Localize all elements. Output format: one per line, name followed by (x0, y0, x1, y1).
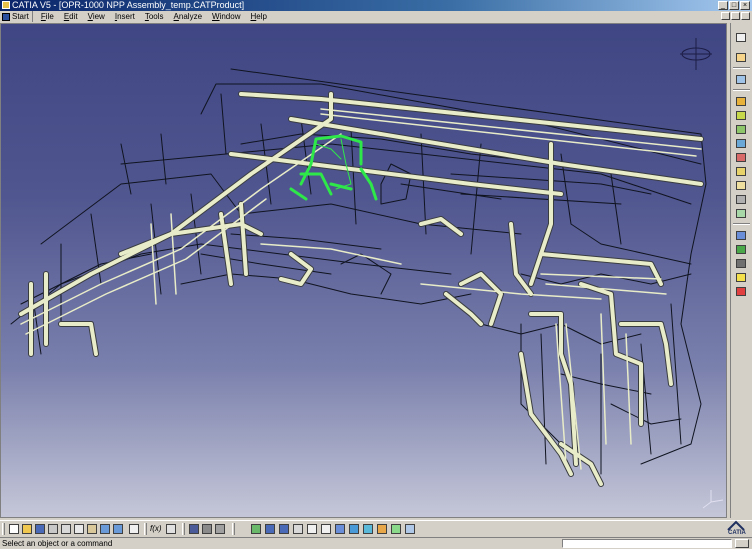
whats-this-icon[interactable] (128, 523, 140, 535)
new-icon[interactable] (8, 523, 20, 535)
window-title: CATIA V5 - [OPR-1000 NPP Assembly_temp.C… (12, 0, 245, 10)
command-button[interactable] (735, 539, 749, 548)
update-icon[interactable] (734, 257, 748, 269)
fit-all-icon[interactable] (264, 523, 276, 535)
save-icon[interactable] (34, 523, 46, 535)
open-icon[interactable] (21, 523, 33, 535)
toolbar-separator (733, 223, 750, 225)
constraint-icon[interactable] (734, 229, 748, 241)
title-bar[interactable]: CATIA V5 - [OPR-1000 NPP Assembly_temp.C… (0, 0, 752, 11)
copy-icon[interactable] (73, 523, 85, 535)
pan-icon[interactable] (278, 523, 290, 535)
maximize-button[interactable]: □ (729, 1, 739, 10)
start-icon (2, 12, 10, 21)
catia-app-icon (2, 1, 10, 9)
menu-edit[interactable]: Edit (59, 11, 83, 22)
rotate-icon[interactable] (292, 523, 304, 535)
measure-inertia-icon[interactable] (214, 523, 226, 535)
toolbar-separator (733, 89, 750, 91)
menu-insert[interactable]: Insert (110, 11, 140, 22)
menu-view[interactable]: View (83, 11, 110, 22)
doc-minimize-button[interactable] (721, 12, 730, 20)
isometric-view-icon[interactable] (348, 523, 360, 535)
minimize-button[interactable]: _ (718, 1, 728, 10)
start-menu-label: Start (12, 12, 29, 21)
select-tool-icon[interactable] (734, 31, 748, 43)
delete-constraint-icon[interactable] (734, 285, 748, 297)
axis-triad-icon (702, 490, 724, 509)
status-bar: Select an object or a command (0, 537, 752, 549)
catia-logo: CATIA (724, 520, 750, 538)
command-input[interactable] (562, 539, 732, 548)
zoom-in-icon[interactable] (306, 523, 318, 535)
formula-button[interactable]: f(x) (150, 523, 162, 535)
start-menu[interactable]: Start (0, 11, 33, 22)
pointer-icon[interactable] (734, 51, 748, 63)
menu-file[interactable]: File (36, 11, 59, 22)
fly-mode-icon[interactable] (250, 523, 262, 535)
compass-icon[interactable] (676, 34, 716, 74)
status-message: Select an object or a command (2, 539, 113, 548)
3d-viewport[interactable] (0, 23, 727, 518)
redo-icon[interactable] (112, 523, 124, 535)
replace-component-icon[interactable] (734, 137, 748, 149)
zoom-out-icon[interactable] (320, 523, 332, 535)
toolbar-separator (733, 67, 750, 69)
graph-tree-icon[interactable] (734, 151, 748, 163)
menu-window[interactable]: Window (207, 11, 245, 22)
insert-product-icon[interactable] (734, 109, 748, 121)
catalog-icon[interactable] (188, 523, 200, 535)
existing-component-icon[interactable] (734, 123, 748, 135)
swap-space-icon[interactable] (390, 523, 402, 535)
undo-icon[interactable] (99, 523, 111, 535)
menu-analyze[interactable]: Analyze (169, 11, 207, 22)
product-icon[interactable] (734, 73, 748, 85)
measure-icon[interactable] (201, 523, 213, 535)
insert-component-icon[interactable] (734, 95, 748, 107)
shading-icon[interactable] (362, 523, 374, 535)
close-button[interactable]: × (740, 1, 750, 10)
piping-assembly-model[interactable] (1, 24, 727, 518)
bottom-toolbar: f(x) (0, 520, 752, 536)
multi-instantiation-icon[interactable] (734, 179, 748, 191)
catia-logo-text: CATIA (728, 530, 746, 536)
snap-icon[interactable] (734, 207, 748, 219)
numbering-icon[interactable] (734, 165, 748, 177)
catia-window: CATIA V5 - [OPR-1000 NPP Assembly_temp.C… (0, 0, 752, 549)
print-icon[interactable] (47, 523, 59, 535)
cut-icon[interactable] (60, 523, 72, 535)
toolbar-grip[interactable] (144, 523, 147, 535)
normal-view-icon[interactable] (334, 523, 346, 535)
fix-component-icon[interactable] (734, 243, 748, 255)
hide-show-icon[interactable] (376, 523, 388, 535)
menu-bar: Start File Edit View Insert Tools Analyz… (0, 11, 752, 22)
paste-icon[interactable] (86, 523, 98, 535)
toolbar-grip[interactable] (182, 523, 185, 535)
bulb-icon[interactable] (734, 271, 748, 283)
toolbar-grip[interactable] (2, 523, 5, 535)
doc-restore-button[interactable] (731, 12, 740, 20)
toolbar-grip[interactable] (232, 523, 235, 535)
right-toolbar (730, 23, 752, 518)
menu-help[interactable]: Help (245, 11, 271, 22)
manipulation-icon[interactable] (734, 193, 748, 205)
render-style-icon[interactable] (404, 523, 416, 535)
doc-close-button[interactable] (741, 12, 750, 20)
menu-tools[interactable]: Tools (140, 11, 169, 22)
knowledge-icon[interactable] (165, 523, 177, 535)
